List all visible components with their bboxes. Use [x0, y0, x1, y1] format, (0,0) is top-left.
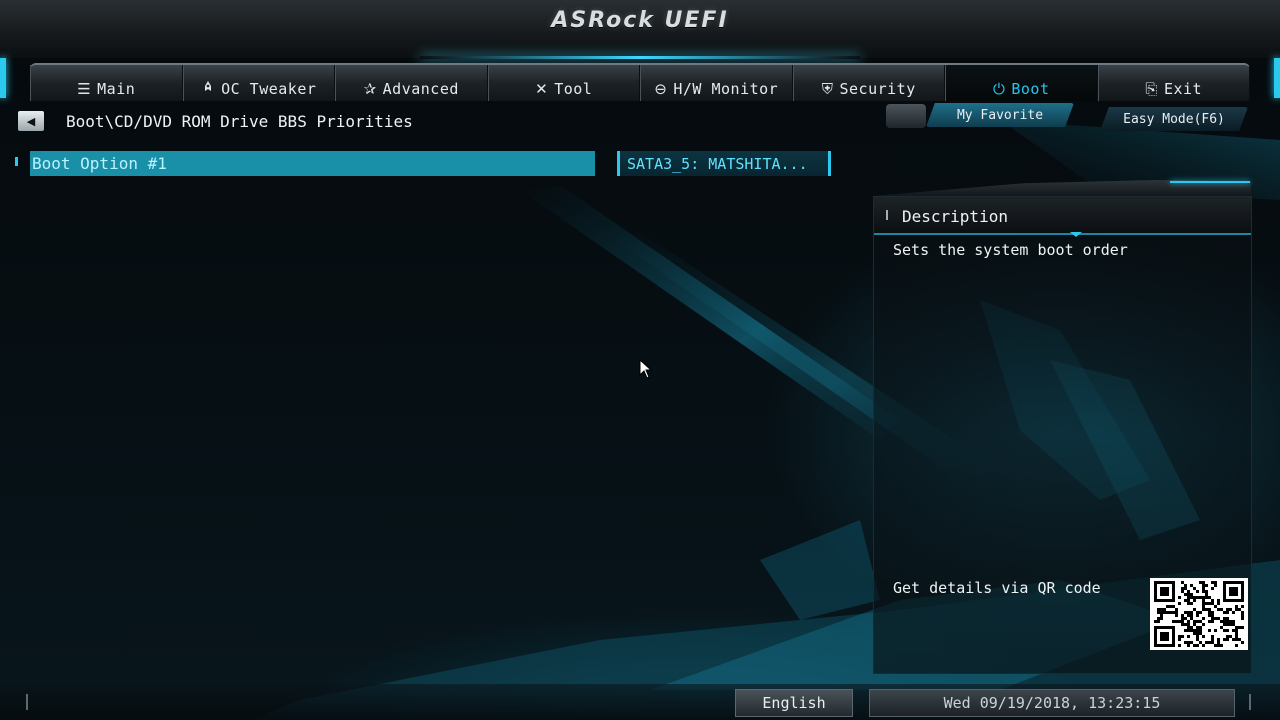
tab-boot-label: Boot [1011, 80, 1050, 98]
language-button[interactable]: English [735, 689, 853, 717]
shield-icon: ⛨ [821, 80, 834, 98]
tab-oc-tweaker-label: OC Tweaker [221, 80, 317, 98]
tab-advanced[interactable]: ✰ Advanced [335, 65, 488, 101]
tab-oc-tweaker[interactable]: OC Tweaker [182, 65, 335, 101]
description-notch [1070, 232, 1082, 237]
description-header-mark [886, 210, 888, 220]
tools-icon: ✕ [535, 80, 549, 98]
asrock-uefi-logo: ASRock UEFI [551, 8, 729, 33]
rocket-icon [201, 80, 215, 98]
qr-code-image [1154, 581, 1244, 647]
description-header: Description [874, 197, 1251, 237]
status-bar-mark-right [1249, 694, 1251, 710]
breadcrumb: Boot\CD/DVD ROM Drive BBS Priorities [66, 112, 413, 131]
monitor-icon: ⊖ [654, 80, 668, 98]
header-bar: ASRock UEFI [0, 0, 1280, 59]
tab-exit-label: Exit [1163, 80, 1203, 98]
header-glow [420, 56, 860, 59]
tab-hw-monitor[interactable]: ⊖ H/W Monitor [640, 65, 793, 101]
selection-marker [15, 157, 18, 166]
nav-edge-right [1274, 58, 1280, 98]
tab-boot[interactable]: ⏻ Boot [945, 65, 1098, 101]
mouse-cursor-icon [639, 358, 653, 383]
tab-main[interactable]: ☰ Main [30, 65, 183, 101]
description-title: Description [902, 207, 1008, 226]
description-panel-cap-glow [1170, 181, 1250, 183]
boot-option-1-value[interactable]: SATA3_5: MATSHITA... [617, 151, 831, 176]
tab-exit[interactable]: ⎘ Exit [1097, 65, 1250, 101]
easy-mode-button[interactable]: Easy Mode(F6) [1100, 107, 1248, 131]
boot-option-1-row[interactable]: Boot Option #1 [30, 151, 595, 176]
status-bar-mark-left [26, 694, 28, 710]
main-nav: ☰ Main OC Tweaker ✰ Advanced ✕ Tool ⊖ H/… [30, 63, 1250, 101]
tab-main-label: Main [97, 80, 136, 98]
qr-code-label: Get details via QR code [893, 579, 1101, 597]
star-icon: ✰ [363, 80, 377, 98]
back-arrow-icon: ◀ [26, 114, 36, 128]
description-text: Sets the system boot order [893, 241, 1128, 259]
my-favorite-button[interactable]: My Favorite [926, 103, 1074, 127]
back-button[interactable]: ◀ [18, 111, 44, 131]
favorite-toggle-knob[interactable] [886, 104, 926, 128]
tab-security-label: Security [839, 80, 916, 98]
qr-code [1150, 578, 1248, 650]
tab-advanced-label: Advanced [382, 80, 459, 98]
boot-option-1-label: Boot Option #1 [32, 154, 167, 173]
nav-edge-left [0, 58, 6, 98]
tab-security[interactable]: ⛨ Security [792, 65, 945, 101]
description-panel: Description Sets the system boot order G… [873, 196, 1252, 674]
tab-tool[interactable]: ✕ Tool [487, 65, 640, 101]
exit-icon: ⎘ [1145, 80, 1158, 98]
tab-tool-label: Tool [554, 80, 593, 98]
list-icon: ☰ [77, 80, 92, 98]
tab-hw-monitor-label: H/W Monitor [673, 80, 779, 98]
power-icon: ⏻ [993, 80, 1006, 98]
date-time-display: Wed 09/19/2018, 13:23:15 [869, 689, 1235, 717]
